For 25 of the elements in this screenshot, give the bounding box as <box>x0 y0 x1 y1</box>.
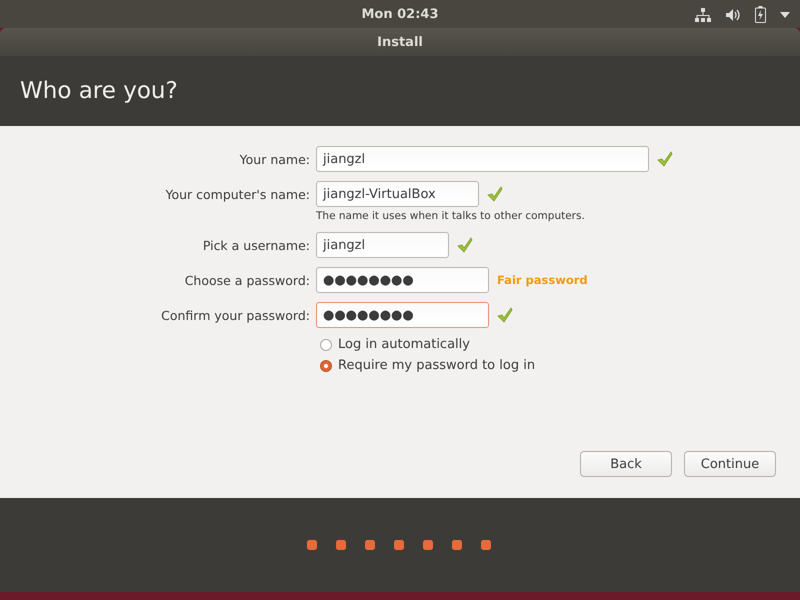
field-label: Your name: <box>238 152 310 166</box>
field-hint: The name it uses when it talks to other computers. <box>316 210 585 222</box>
input-field[interactable]: jiangzl-VirtualBox <box>316 181 479 207</box>
radio-label[interactable]: Require my password to log in <box>338 358 536 373</box>
field-label: Confirm your password: <box>160 308 310 322</box>
field-label: Pick a username: <box>202 238 310 252</box>
field-label: Choose a password: <box>184 272 310 288</box>
radio-button[interactable] <box>320 338 332 350</box>
radio-button[interactable] <box>320 360 332 372</box>
clock[interactable]: Mon 02:43 <box>361 6 439 22</box>
page-heading: Who are you? <box>20 78 178 104</box>
network-icon[interactable] <box>695 8 711 22</box>
battery-icon[interactable] <box>755 6 766 23</box>
nav-button[interactable]: Back <box>580 451 672 477</box>
window-title: Install <box>377 34 423 50</box>
password-strength: Fair password <box>497 273 588 287</box>
volume-icon[interactable] <box>725 8 741 22</box>
dropdown-icon[interactable] <box>780 12 790 18</box>
field-label: Your computer's name: <box>164 186 310 202</box>
radio-label[interactable]: Log in automatically <box>338 337 470 352</box>
nav-button[interactable]: Continue <box>684 451 776 477</box>
input-field[interactable]: jiangzl <box>316 232 449 258</box>
input-field[interactable]: ●●●●●●●● <box>316 302 489 328</box>
input-field[interactable]: jiangzl <box>316 146 649 172</box>
input-field[interactable]: ●●●●●●●● <box>316 267 489 293</box>
